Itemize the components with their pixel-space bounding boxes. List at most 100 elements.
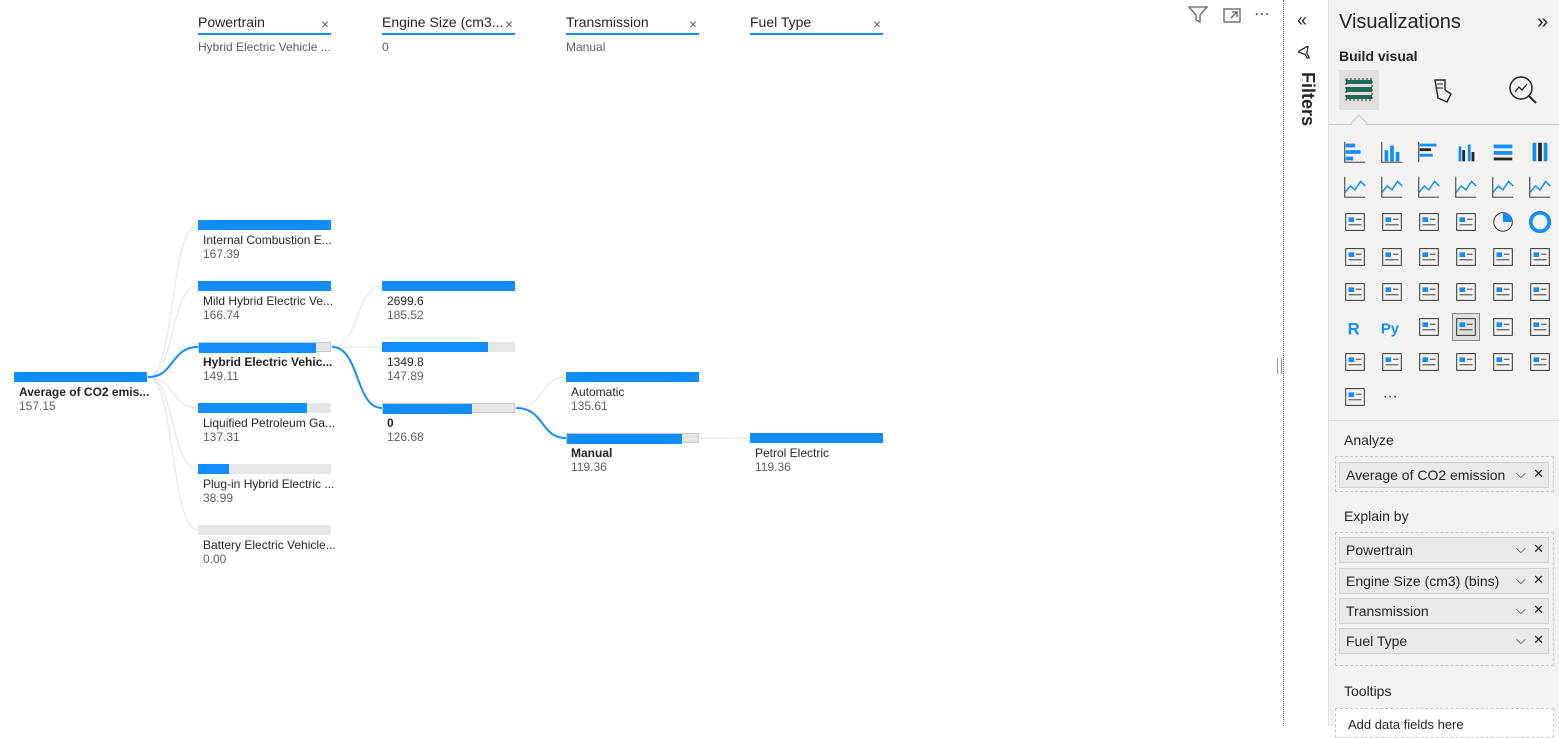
filter-funnel-icon [1296,44,1314,67]
node-value: 147.89 [387,369,424,383]
qa-icon[interactable] [1489,313,1517,341]
decomposition-tree-icon[interactable] [1452,313,1480,341]
arcgis-icon[interactable] [1489,348,1517,376]
node-bar [566,372,699,382]
card-icon[interactable] [1341,278,1369,306]
line-column-chart-icon[interactable] [1489,173,1517,201]
shape-map-icon[interactable] [1452,243,1480,271]
r-visual-icon[interactable]: R [1341,313,1369,341]
svg-text:Py: Py [1381,322,1400,338]
expand-icon[interactable]: « [1297,10,1307,31]
tree-node-selected[interactable]: 0 126.68 [382,403,515,444]
node-label: Liquified Petroleum Ga... [203,416,336,430]
tree-node[interactable]: Internal Combustion E... 167.39 [198,220,332,261]
key-influencers-icon[interactable] [1415,313,1443,341]
map-icon[interactable] [1378,243,1406,271]
explain-field[interactable]: Engine Size (cm3) (bins) ⌵ ✕ [1339,568,1549,594]
visualizations-pane: Visualizations » Build visual R Py ··· Ana… [1328,0,1559,738]
remove-icon[interactable]: ✕ [1533,632,1544,647]
chevron-down-icon[interactable]: ⌵ [1516,572,1526,587]
chevron-down-icon[interactable]: ⌵ [1516,632,1526,647]
root-node[interactable]: Average of CO2 emis... 157.15 [14,372,149,413]
power-automate-icon[interactable] [1452,348,1480,376]
matrix-icon[interactable] [1526,278,1554,306]
explain-field[interactable]: Powertrain ⌵ ✕ [1339,537,1549,563]
field-name: Fuel Type [1346,633,1408,649]
multi-row-card-icon[interactable] [1378,278,1406,306]
tree-node[interactable]: Battery Electric Vehicle... 0.00 [198,525,336,566]
more-visuals-icon[interactable]: ··· [1378,383,1406,411]
remove-icon[interactable]: ✕ [1533,466,1544,481]
build-visual-tab[interactable] [1339,70,1379,110]
100-stacked-bar-chart-icon[interactable] [1489,138,1517,166]
analytics-tab[interactable] [1507,74,1539,106]
stacked-area-chart-icon[interactable] [1415,173,1443,201]
remove-icon[interactable]: ✕ [1533,541,1544,556]
tree-node-selected[interactable]: Manual 119.36 [566,433,699,474]
collapse-icon[interactable]: » [1537,11,1548,34]
node-label: Plug-in Hybrid Electric ... [203,477,335,491]
chevron-down-icon[interactable]: ⌵ [1516,541,1526,556]
clustered-bar-chart-icon[interactable] [1415,138,1443,166]
node-label: Automatic [571,385,625,399]
tooltips-well[interactable]: Add data fields here [1335,708,1554,738]
power-apps-icon[interactable] [1415,348,1443,376]
format-visual-tab[interactable] [1427,74,1459,106]
area-chart-icon[interactable] [1378,173,1406,201]
node-bar [750,433,883,443]
analyze-title: Analyze [1344,432,1394,448]
node-bar [382,342,489,352]
remove-icon[interactable]: ✕ [1533,572,1544,587]
tree-node[interactable]: 1349.8 147.89 [382,342,515,383]
line-chart-icon[interactable] [1341,173,1369,201]
donut-chart-icon[interactable] [1526,208,1554,236]
node-bar [198,281,331,291]
chevron-down-icon[interactable]: ⌵ [1516,602,1526,617]
node-value: 119.36 [755,460,791,474]
field-name: Powertrain [1346,542,1413,558]
treemap-icon[interactable] [1341,243,1369,271]
explain-field[interactable]: Transmission ⌵ ✕ [1339,598,1549,624]
filters-label[interactable]: Filters [1297,72,1318,126]
node-label: Average of CO2 emis... [19,385,150,399]
pie-chart-icon[interactable] [1489,208,1517,236]
kpi-icon[interactable] [1415,278,1443,306]
tree-node[interactable]: Plug-in Hybrid Electric ... 38.99 [198,464,334,505]
line-clustered-column-chart-icon[interactable] [1526,173,1554,201]
tree-node[interactable]: Liquified Petroleum Ga... 137.31 [198,403,335,444]
filled-map-icon[interactable] [1415,243,1443,271]
tree-node[interactable]: Mild Hybrid Electric Ve... 166.74 [198,281,333,322]
tree-node[interactable]: Automatic 135.61 [566,372,699,413]
node-label: Petrol Electric [755,446,830,460]
tree-node[interactable]: Petrol Electric 119.36 [750,433,883,474]
resize-handle[interactable] [1277,358,1282,374]
clustered-column-chart-icon[interactable] [1452,138,1480,166]
filters-pane[interactable]: « Filters [1285,0,1328,726]
node-label: Mild Hybrid Electric Ve... [203,294,334,308]
slicer-icon[interactable] [1452,278,1480,306]
azure-map-icon[interactable] [1489,243,1517,271]
node-value: 149.11 [203,369,239,383]
waterfall-chart-icon[interactable] [1378,208,1406,236]
power-automate-flow-icon[interactable] [1341,383,1369,411]
paginated-report-icon[interactable] [1526,313,1554,341]
remove-icon[interactable]: ✕ [1533,602,1544,617]
analyze-field[interactable]: Average of CO2 emission ⌵ ✕ [1339,462,1549,488]
narrative-icon[interactable] [1378,348,1406,376]
gauge-icon[interactable] [1526,243,1554,271]
explain-field[interactable]: Fuel Type ⌵ ✕ [1339,628,1549,654]
stacked-column-chart-icon[interactable] [1378,138,1406,166]
100-stacked-column-chart-icon[interactable] [1526,138,1554,166]
python-visual-icon[interactable]: Py [1378,313,1406,341]
funnel-icon[interactable] [1415,208,1443,236]
ribbon-chart-icon[interactable] [1341,208,1369,236]
metrics-icon[interactable] [1341,348,1369,376]
stacked-bar-chart-icon[interactable] [1341,138,1369,166]
tree-node-selected[interactable]: Hybrid Electric Vehic... 149.11 [198,342,332,383]
tree-node[interactable]: 2699.6 185.52 [382,281,515,322]
scatter-chart-icon[interactable] [1452,208,1480,236]
chevron-down-icon[interactable]: ⌵ [1516,466,1526,481]
100-stacked-area-chart-icon[interactable] [1452,173,1480,201]
power-apps-2-icon[interactable] [1526,348,1554,376]
table-icon[interactable] [1489,278,1517,306]
